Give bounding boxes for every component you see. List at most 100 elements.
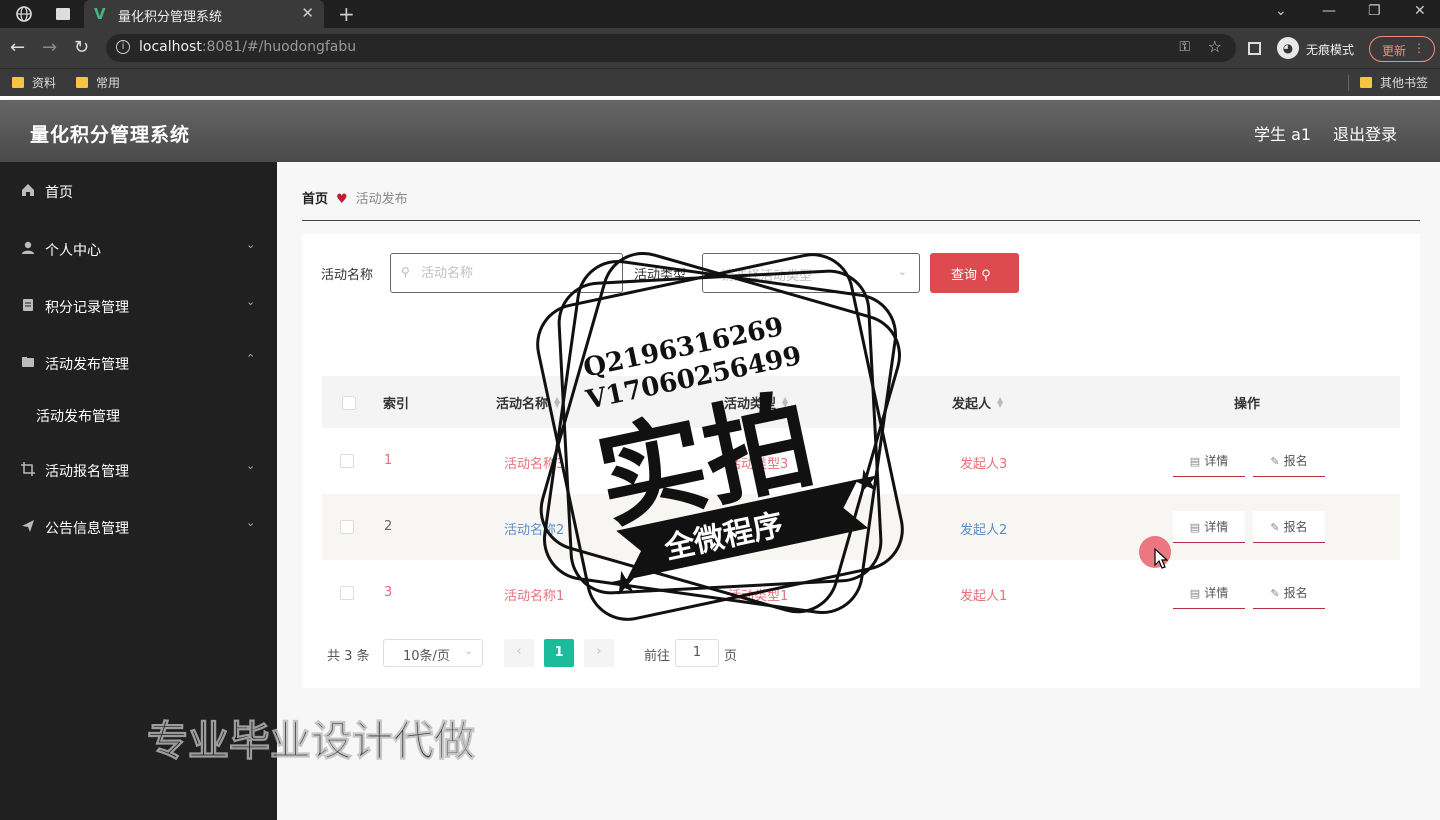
column-header-name[interactable]: 活动名称 ▲ ▼ [496, 393, 560, 413]
password-key-icon[interactable]: ⚿ [1179, 39, 1190, 55]
query-button[interactable]: 查询 ⚲ [930, 253, 1019, 293]
edit-icon: ✎ [1270, 587, 1280, 600]
cell-name: 活动名称3 [504, 457, 565, 472]
cell-index: 3 [384, 585, 393, 600]
page-number-current[interactable]: 1 [544, 639, 574, 667]
cell-initiator: 发起人2 [960, 523, 1008, 538]
sidebar-item-label: 积分记录管理 [45, 300, 129, 316]
chevron-down-icon: ⌄ [246, 238, 256, 251]
site-info-icon[interactable]: i [116, 40, 130, 54]
cell-type: 活动类型3 [728, 457, 789, 472]
goto-page-input[interactable]: 1 [675, 639, 719, 667]
sidebar-item-label: 首页 [45, 185, 73, 201]
reload-icon[interactable]: ↻ [74, 37, 89, 58]
bookmark-star-icon[interactable]: ☆ [1208, 37, 1222, 56]
column-header-type[interactable]: 活动类型 ▲ ▼ [724, 393, 788, 413]
signup-button[interactable]: ✎ 报名 [1253, 445, 1325, 477]
close-tab-icon[interactable]: ✕ [301, 4, 314, 22]
select-all-checkbox[interactable] [342, 396, 356, 410]
bookmark-folder[interactable]: 常用 [76, 74, 120, 91]
document-icon: ▤ [1189, 455, 1201, 468]
back-icon[interactable]: ← [10, 37, 25, 58]
sidebar-item-announcements[interactable]: 公告信息管理 ⌄ [0, 501, 277, 551]
sidebar-item-points-records[interactable]: 积分记录管理 ⌄ [0, 280, 277, 330]
activity-type-select[interactable]: 请选择活动类型 ⌄ [702, 253, 920, 293]
signup-button[interactable]: ✎ 报名 [1253, 577, 1325, 609]
row-checkbox[interactable] [340, 520, 354, 534]
sidebar-subitem-activity-publish[interactable]: 活动发布管理 [36, 406, 120, 426]
chevron-down-icon: ⌄ [246, 459, 256, 472]
folder-icon [76, 77, 88, 88]
incognito-icon[interactable]: ◕ [1277, 37, 1299, 59]
browser-toolbar: ← → ↻ i localhost:8081/#/huodongfabu ⚿ ☆… [0, 28, 1440, 68]
breadcrumb-current: 活动发布 [355, 192, 408, 207]
chevron-down-icon: ⌄ [246, 295, 256, 308]
restore-icon[interactable]: ❐ [1368, 3, 1381, 19]
search-icon: ⚲ [981, 268, 991, 283]
table-header: 索引 活动名称 ▲ ▼ 活动类型 ▲ ▼ 发起人 ▲ ▼ 操作 [322, 376, 1400, 428]
divider [302, 220, 1420, 221]
edit-icon: ✎ [1270, 521, 1280, 534]
detail-button[interactable]: ▤ 详情 [1173, 511, 1245, 543]
menu-dots-icon[interactable]: ⋮ [1413, 41, 1425, 55]
current-user: 学生 a1 [1254, 125, 1312, 144]
user-icon [22, 241, 34, 254]
sidebar-item-label: 活动发布管理 [45, 357, 129, 373]
signup-button[interactable]: ✎ 报名 [1253, 511, 1325, 543]
forward-icon[interactable]: → [42, 37, 57, 58]
watermark-caption: 专业毕业设计代做 [147, 717, 476, 766]
cell-name: 活动名称2 [504, 523, 565, 538]
row-checkbox[interactable] [340, 454, 354, 468]
detail-button[interactable]: ▤ 详情 [1173, 577, 1245, 609]
side-panel-icon[interactable] [1248, 42, 1261, 55]
tab-search-icon[interactable] [55, 6, 71, 22]
new-tab-icon[interactable]: + [338, 2, 355, 26]
sidebar-item-personal-center[interactable]: 个人中心 ⌄ [0, 223, 277, 273]
incognito-label: 无痕模式 [1306, 43, 1355, 57]
cell-index: 1 [384, 453, 393, 468]
app-header: 量化积分管理系统 学生 a1 退出登录 [0, 100, 1440, 162]
globe-icon[interactable] [16, 6, 32, 22]
url-text: localhost:8081/#/huodongfabu [139, 39, 357, 55]
sort-icon[interactable]: ▲ ▼ [997, 396, 1003, 409]
address-bar[interactable]: i localhost:8081/#/huodongfabu ⚿ ☆ [106, 34, 1236, 62]
sidebar-item-home[interactable]: 首页 [0, 165, 277, 215]
sidebar-item-activity-signup[interactable]: 活动报名管理 ⌄ [0, 444, 277, 494]
row-checkbox[interactable] [340, 586, 354, 600]
document-icon: ▤ [1189, 521, 1201, 534]
sidebar-item-label: 个人中心 [45, 243, 101, 259]
page-size-select[interactable]: 10条/页 ⌄ [383, 639, 483, 667]
logout-link[interactable]: 退出登录 [1333, 121, 1397, 145]
detail-button[interactable]: ▤ 详情 [1173, 445, 1245, 477]
heart-icon: ♥ [336, 192, 348, 207]
minimize-icon[interactable]: — [1322, 3, 1336, 19]
pagination-total: 共 3 条 [327, 649, 370, 664]
update-button[interactable]: 更新 ⋮ [1369, 36, 1435, 62]
mouse-cursor-icon [1154, 548, 1168, 569]
table-row: 3 活动名称1 活动类型1 发起人1 ▤ 详情 ✎ 报名 [322, 560, 1400, 626]
breadcrumb: 首页 ♥ 活动发布 [302, 188, 408, 207]
activity-name-field[interactable]: ⚲ [390, 253, 623, 293]
breadcrumb-home[interactable]: 首页 [302, 192, 328, 207]
activity-type-placeholder: 请选择活动类型 [721, 269, 813, 284]
bookmark-folder[interactable]: 资料 [12, 74, 56, 91]
sidebar-item-activity-publish[interactable]: 活动发布管理 ⌃ [0, 337, 277, 387]
column-header-initiator[interactable]: 发起人 ▲ ▼ [952, 393, 1003, 413]
table-row: 2 活动名称2 活动类型2 发起人2 ▤ 详情 ✎ 报名 [322, 494, 1400, 560]
activity-table: 索引 活动名称 ▲ ▼ 活动类型 ▲ ▼ 发起人 ▲ ▼ 操作 1 活动名称3 活动类型3 … [322, 376, 1400, 628]
next-page-icon[interactable]: › [584, 639, 614, 667]
folder-icon [12, 77, 24, 88]
activity-name-input[interactable] [421, 262, 611, 284]
other-bookmarks[interactable]: 其他书签 [1360, 74, 1428, 91]
app-title: 量化积分管理系统 [30, 124, 191, 146]
cell-type: 活动类型2 [728, 523, 789, 538]
prev-page-icon[interactable]: ‹ [504, 639, 534, 667]
close-window-icon[interactable]: ✕ [1414, 3, 1426, 19]
tab-list-chevron-icon[interactable]: ⌄ [1275, 3, 1287, 19]
goto-label: 前往 [644, 649, 671, 664]
cell-index: 2 [384, 519, 393, 534]
browser-tab-active[interactable]: V 量化积分管理系统 ✕ [84, 0, 324, 28]
sort-icon[interactable]: ▲ ▼ [554, 396, 560, 409]
sort-icon[interactable]: ▲ ▼ [782, 396, 788, 409]
document-icon: ▤ [1189, 587, 1201, 600]
